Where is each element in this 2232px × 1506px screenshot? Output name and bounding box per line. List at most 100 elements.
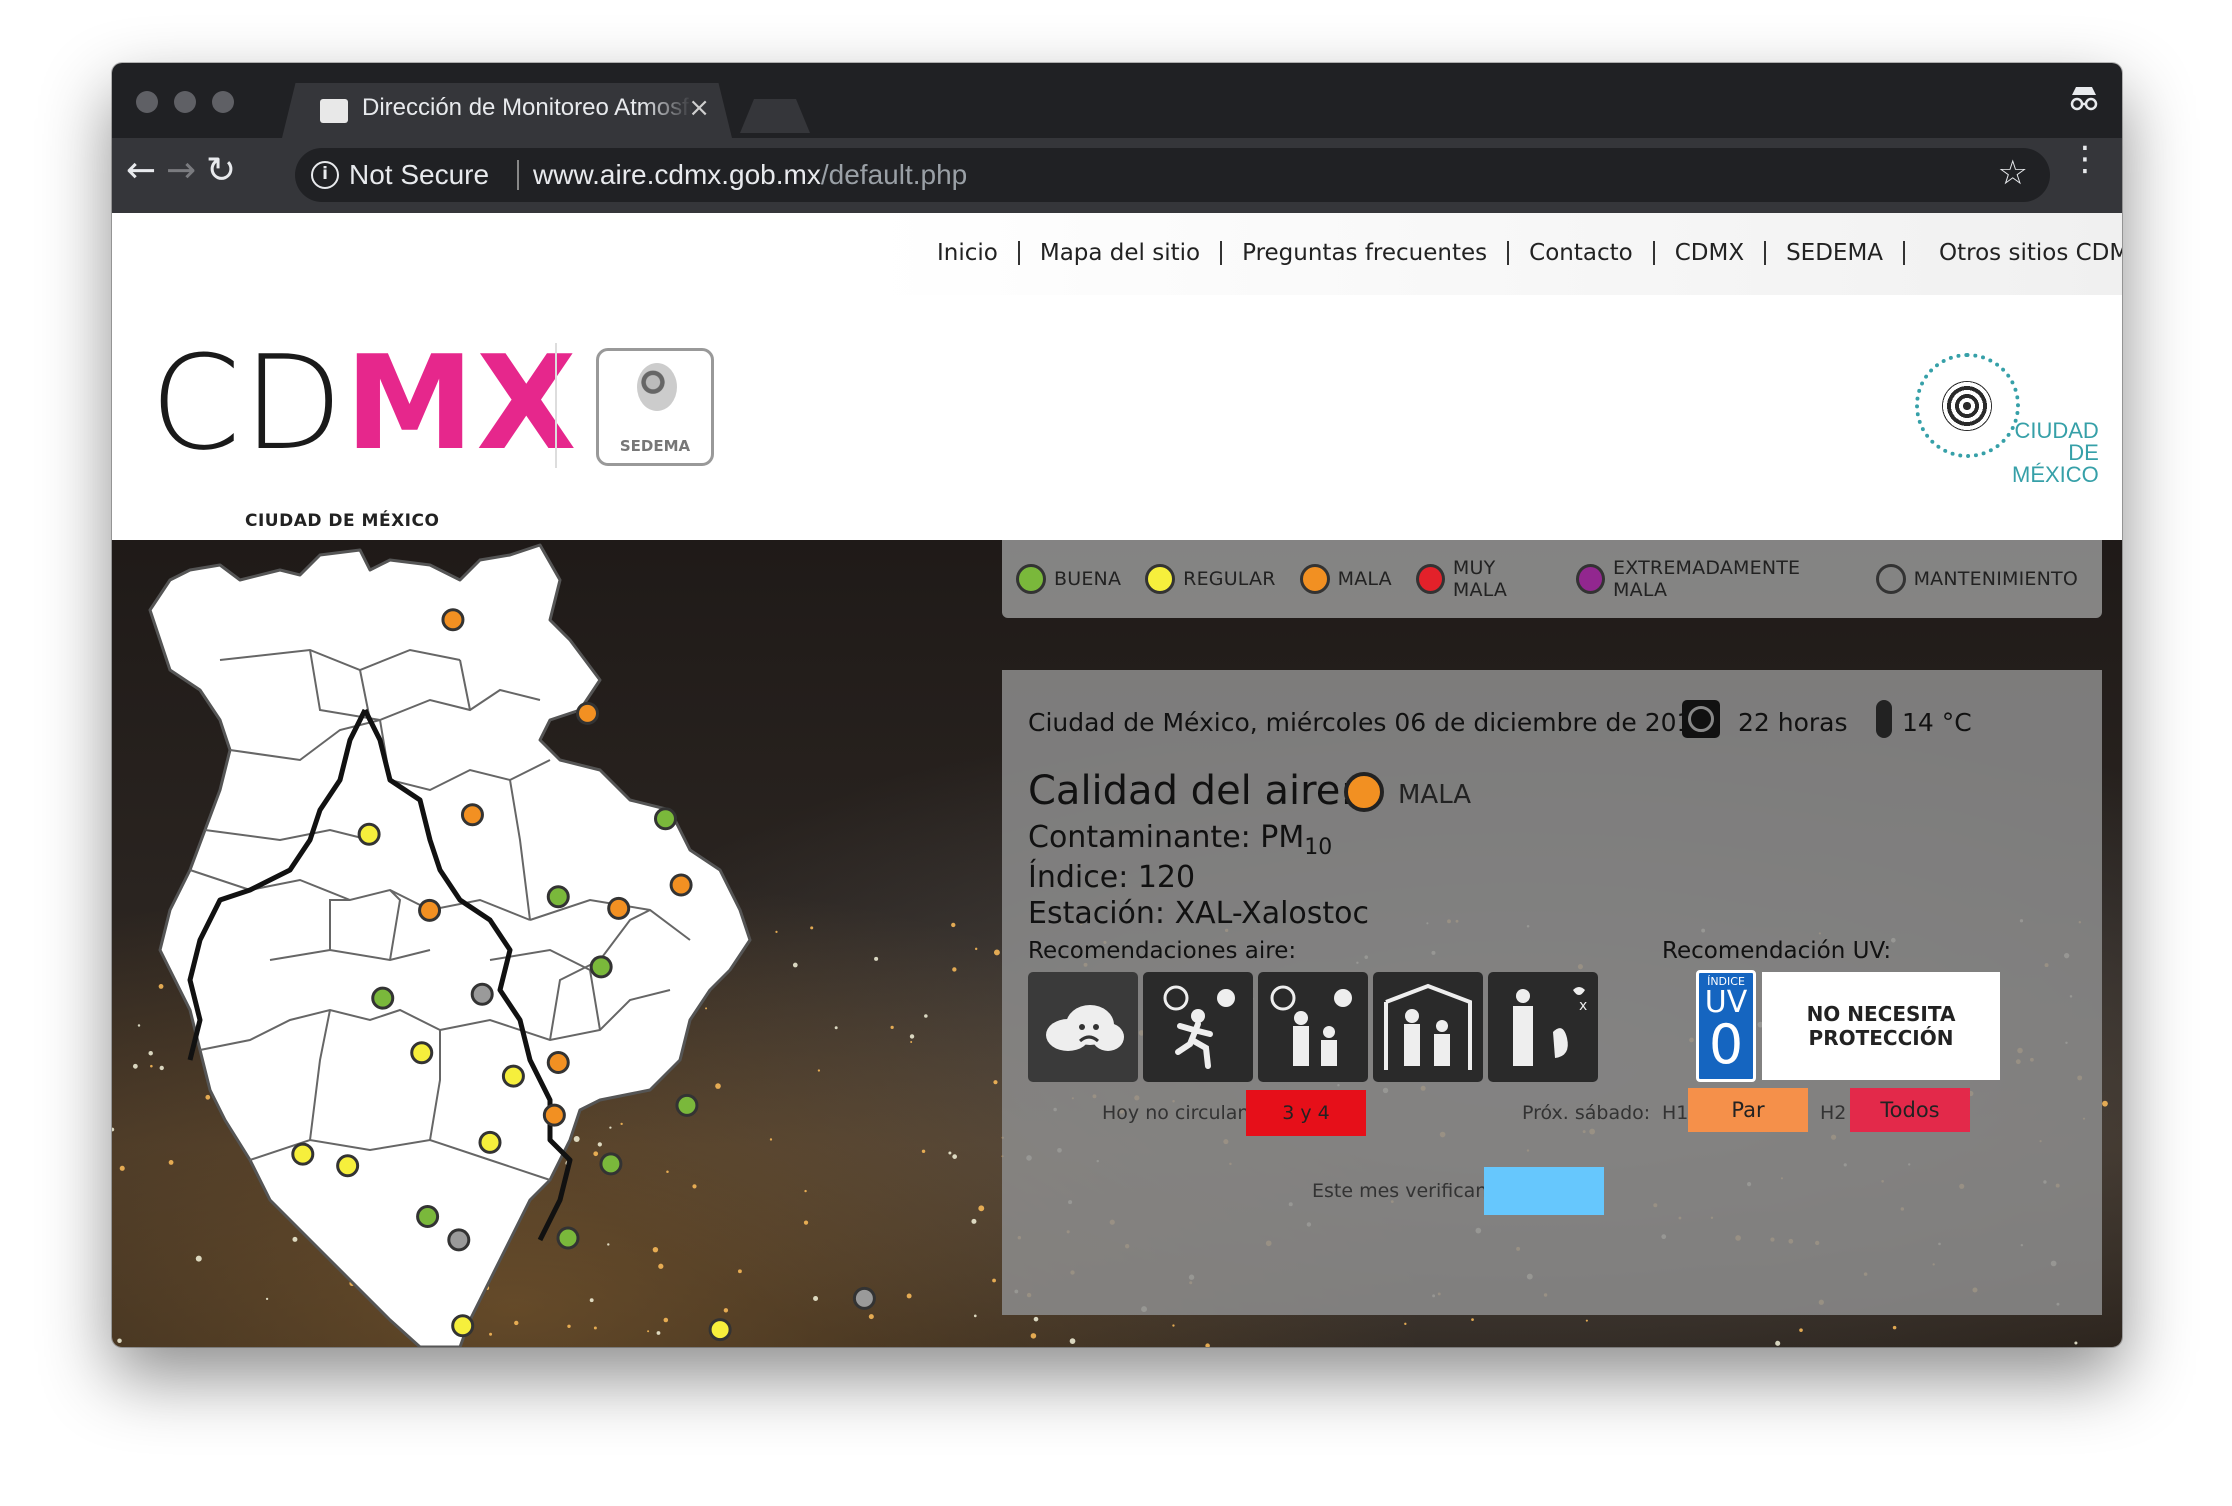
legend-label: BUENA [1054, 568, 1122, 590]
avoid-outdoor-exercise-icon[interactable] [1143, 972, 1253, 1082]
station-marker[interactable] [599, 1152, 623, 1176]
city-light [1404, 1322, 1407, 1326]
legend-dot-icon [1299, 564, 1330, 594]
legend-item: MANTENIMIENTO [1875, 564, 2078, 594]
legend-dot-icon [1016, 564, 1046, 594]
info-icon[interactable]: i [311, 161, 339, 189]
station-marker[interactable] [470, 982, 494, 1006]
nav-link-preguntas-frecuentes[interactable]: Preguntas frecuentes [1222, 241, 1510, 265]
station-marker[interactable] [460, 803, 484, 827]
legend-label: MANTENIMIENTO [1913, 568, 2078, 590]
simat-logo[interactable]: CIUDAD DE MÉXICO [1907, 343, 2099, 486]
station-marker[interactable] [852, 1286, 876, 1310]
rec-uv-label: Recomendación UV: [1662, 938, 1892, 964]
station-marker[interactable] [669, 873, 693, 897]
station-marker[interactable] [478, 1130, 502, 1154]
url-host: www.aire.cdmx.gob.mx [533, 159, 821, 190]
nav-link-contacto[interactable]: Contacto [1509, 241, 1655, 265]
bookmark-star-icon[interactable]: ☆ [1998, 153, 2028, 193]
station-marker[interactable] [410, 1041, 434, 1065]
reload-icon[interactable]: ↻ [206, 150, 236, 191]
air-quality-panel: Ciudad de México, miércoles 06 de diciem… [1002, 670, 2102, 1315]
station-marker[interactable] [447, 1228, 471, 1252]
browser-tab[interactable]: Dirección de Monitoreo Atmosférico × [282, 83, 732, 138]
not-secure-label[interactable]: Not Secure [349, 159, 489, 191]
station-marker[interactable] [546, 1050, 570, 1074]
address-bar[interactable]: i Not Secure www.aire.cdmx.gob.mx/defaul… [295, 148, 2050, 202]
city-light [1892, 1325, 1897, 1330]
station-marker[interactable] [451, 1314, 475, 1338]
back-icon[interactable]: ← [126, 150, 156, 191]
simat-text-line-1: CIUDAD [2014, 418, 2099, 443]
simat-text: CIUDAD DE MÉXICO [2012, 420, 2099, 486]
station-marker[interactable] [556, 1226, 580, 1250]
tree-icon [637, 363, 677, 411]
zoom-window-button[interactable] [212, 91, 234, 113]
nav-link-cdmx[interactable]: CDMX [1655, 241, 1767, 265]
station-marker[interactable] [416, 1205, 440, 1228]
station-marker[interactable] [654, 807, 677, 831]
h2-value[interactable]: Todos [1850, 1088, 1970, 1132]
legend-item: REGULAR [1145, 564, 1275, 594]
station-marker[interactable] [501, 1064, 525, 1088]
contaminante-subscript: 10 [1304, 835, 1333, 860]
current-hour: 22 horas [1738, 708, 1848, 737]
legend-label: MUY MALA [1452, 557, 1508, 601]
city-light [1471, 1318, 1474, 1321]
nav-link-otros-sitios-cdmx[interactable]: Otros sitios CDMX [1905, 241, 2122, 265]
station-marker[interactable] [576, 701, 599, 725]
station-marker[interactable] [675, 1093, 699, 1117]
legend-item: EXTREMADAMENTE MALA [1575, 557, 1852, 601]
station-marker[interactable] [708, 1318, 732, 1342]
calidad-indicator-icon [1344, 772, 1384, 812]
forward-icon[interactable]: → [166, 150, 196, 191]
station-marker[interactable] [441, 608, 465, 632]
station-marker[interactable] [607, 896, 631, 920]
browser-window: Dirección de Monitoreo Atmosférico × ← →… [112, 63, 2122, 1347]
new-tab-button[interactable] [740, 99, 810, 133]
nav-link-sedema[interactable]: SEDEMA [1766, 241, 1906, 265]
nav-link-mapa-del-sitio[interactable]: Mapa del sitio [1020, 241, 1223, 265]
station-marker[interactable] [542, 1103, 566, 1127]
sedema-logo[interactable]: SEDEMA [596, 348, 714, 466]
verifican-label: Este mes verifican: [1312, 1180, 1494, 1202]
cdmx-logo[interactable]: CDMX [150, 338, 578, 468]
close-window-button[interactable] [136, 91, 158, 113]
station-marker[interactable] [371, 986, 395, 1010]
sad-cloud-icon[interactable] [1028, 972, 1138, 1082]
verifican-color-swatch[interactable] [1484, 1167, 1604, 1215]
station-marker[interactable] [589, 955, 613, 979]
h1-value[interactable]: Par [1688, 1088, 1808, 1132]
map-outline [148, 543, 752, 1347]
legend-dot-icon [1875, 564, 1906, 594]
city-light [119, 1165, 125, 1171]
logo-mx: MX [344, 327, 579, 479]
prox-sabado-label: Próx. sábado: [1522, 1102, 1651, 1124]
tab-close-icon[interactable]: × [688, 93, 710, 123]
indice: Índice: 120 [1028, 860, 1196, 895]
title-bar: Dirección de Monitoreo Atmosférico × [112, 63, 2122, 138]
station-marker[interactable] [546, 885, 570, 909]
children-outdoor-icon[interactable] [1258, 972, 1368, 1082]
station-marker[interactable] [291, 1142, 315, 1166]
minimize-window-button[interactable] [174, 91, 196, 113]
nav-link-inicio[interactable]: Inicio [917, 241, 1020, 265]
hero-section: BUENA REGULAR MALA MUY MALA EXTREMADAMENTE M… [112, 540, 2122, 1347]
estacion: Estación: XAL-Xalostoc [1028, 896, 1370, 931]
menu-kebab-icon[interactable]: ⋮ [2068, 142, 2102, 176]
favicon-icon [320, 99, 348, 123]
station-marker[interactable] [418, 898, 442, 922]
thermometer-icon [1876, 700, 1892, 738]
station-marker[interactable] [357, 822, 381, 846]
bird-emblem-icon [1942, 381, 1992, 431]
legend-dot-icon [1145, 564, 1176, 594]
svg-text:x: x [1579, 998, 1587, 1014]
contaminante: Contaminante: PM10 [1028, 820, 1332, 860]
station-marker[interactable] [336, 1154, 360, 1178]
simat-text-line-2: DE MÉXICO [2012, 440, 2099, 487]
uv-value: 0 [1708, 1013, 1744, 1076]
stay-indoors-icon[interactable] [1373, 972, 1483, 1082]
hoy-no-circulan-value[interactable]: 3 y 4 [1246, 1090, 1366, 1136]
sensitive-groups-icon[interactable]: x [1488, 972, 1598, 1082]
url-text[interactable]: www.aire.cdmx.gob.mx/default.php [533, 159, 967, 191]
